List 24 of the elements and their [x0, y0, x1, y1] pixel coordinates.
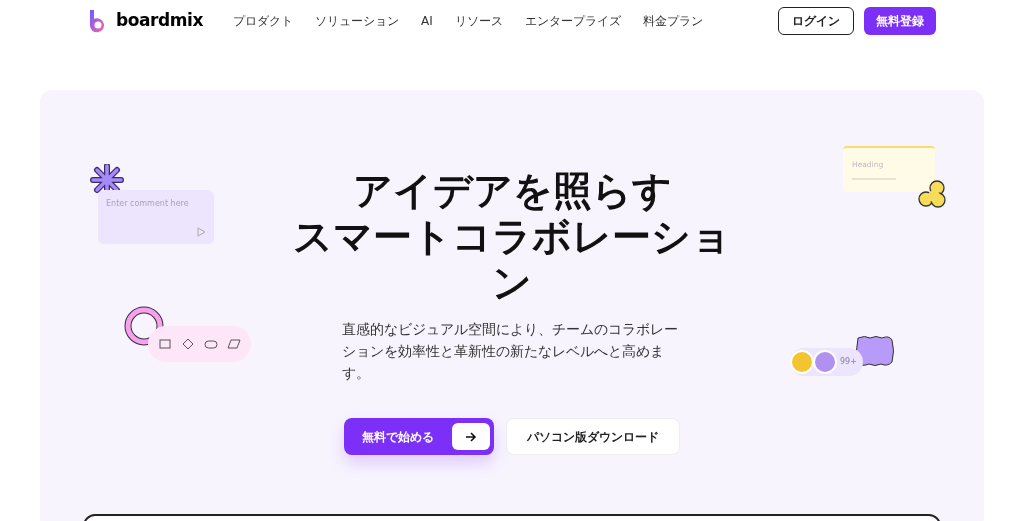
ring-icon — [124, 306, 164, 346]
nav-link[interactable]: プロダクト — [233, 12, 293, 30]
nav-link[interactable]: ソリューション — [315, 12, 399, 30]
hero-subtitle: 直感的なビジュアル空間により、チームのコラボレーションを効率性と革新性の新たなレベルへと高めます。 — [342, 320, 679, 383]
login-button[interactable]: ログイン — [778, 7, 854, 35]
avatar — [813, 350, 837, 374]
nav-link[interactable]: AI — [421, 12, 433, 30]
avatar — [790, 350, 814, 374]
rectangle-icon[interactable] — [158, 337, 172, 351]
diamond-icon[interactable] — [181, 337, 195, 351]
flower-icon — [916, 178, 948, 210]
logo-text: boardmix — [116, 9, 203, 33]
parallelogram-icon[interactable] — [227, 337, 241, 351]
nav-link[interactable]: 料金プラン — [642, 12, 703, 30]
nav-link[interactable]: エンタープライズ — [524, 12, 621, 30]
send-icon — [196, 227, 206, 237]
download-button[interactable]: パソコン版ダウンロード — [506, 418, 680, 455]
nav-link[interactable]: リソース — [454, 12, 503, 30]
hero-title: スマートコラボレーション — [292, 214, 732, 306]
hero-title: アイデアを照らす — [352, 168, 672, 214]
avatar-count: 99+ — [840, 356, 857, 368]
asterisk-icon — [90, 164, 124, 196]
signup-button[interactable]: 無料登録 — [864, 7, 936, 35]
start-button[interactable]: 無料で始める — [344, 418, 494, 455]
